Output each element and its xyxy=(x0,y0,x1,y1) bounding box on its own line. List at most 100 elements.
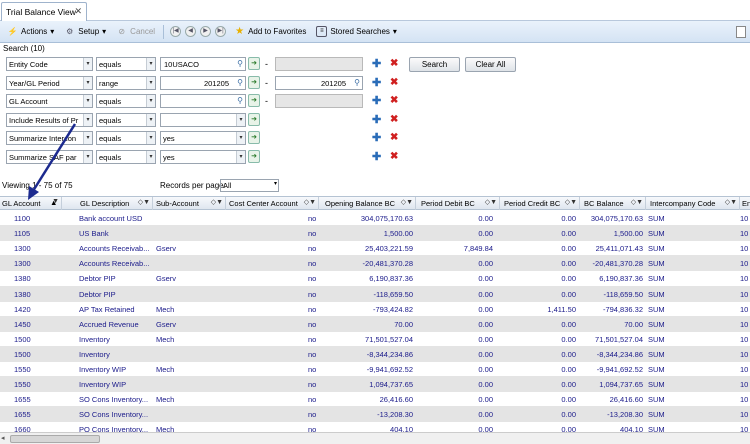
column-header[interactable]: Period Debit BC ◇▼ xyxy=(419,197,500,210)
go-icon[interactable]: ➜ xyxy=(248,57,260,70)
search-value-select[interactable]: ▾ xyxy=(160,113,246,127)
remove-criteria-icon[interactable]: ✖ xyxy=(390,114,398,125)
search-value-select[interactable]: yes ▾ xyxy=(160,150,246,164)
remove-criteria-icon[interactable]: ✖ xyxy=(390,77,398,88)
actions-menu[interactable]: ⚡ Actions ▾ xyxy=(3,23,58,41)
first-page-icon[interactable]: |◀ xyxy=(170,26,182,37)
filter-icon[interactable]: ▼ xyxy=(52,198,59,205)
search-operator-select[interactable]: equals ▾ xyxy=(96,94,156,108)
scroll-left-icon[interactable]: ◂ xyxy=(1,434,5,442)
sort-filter-icon[interactable]: ◇▼ xyxy=(304,198,316,206)
add-criteria-icon[interactable]: ✚ xyxy=(372,94,381,107)
column-header[interactable]: En xyxy=(740,197,750,210)
go-icon[interactable]: ➜ xyxy=(248,131,260,144)
table-cell: 1,094,737.65 xyxy=(599,380,643,390)
add-criteria-icon[interactable]: ✚ xyxy=(372,57,381,70)
remove-criteria-icon[interactable]: ✖ xyxy=(390,95,398,106)
search-operator-select[interactable]: range ▾ xyxy=(96,76,156,90)
lookup-icon[interactable]: ⚲ xyxy=(237,78,243,87)
remove-criteria-icon[interactable]: ✖ xyxy=(390,151,398,162)
search-field-select[interactable]: Include Results of Pr ▾ xyxy=(6,113,93,127)
table-row[interactable]: 1380 Debtor PIP no -118,659.50 0.00 0.00 -118,… xyxy=(0,285,750,302)
add-criteria-icon[interactable]: ✚ xyxy=(372,113,381,126)
go-icon[interactable]: ➜ xyxy=(248,76,260,89)
clear-all-button[interactable]: Clear All xyxy=(465,57,516,72)
go-icon[interactable]: ➜ xyxy=(248,150,260,163)
dropdown-arrow-icon: ▾ xyxy=(146,58,155,70)
records-per-page-select[interactable]: All ▾ xyxy=(220,179,279,192)
table-cell: SUM xyxy=(648,259,665,269)
sort-filter-icon[interactable]: ◇▼ xyxy=(631,198,643,206)
search-value-select[interactable]: yes ▾ xyxy=(160,131,246,145)
go-icon[interactable]: ➜ xyxy=(248,94,260,107)
table-row[interactable]: 1660 PO Cons Inventory... Mech no 404.10 0.00… xyxy=(0,421,750,432)
sort-filter-icon[interactable]: ◇▼ xyxy=(211,198,223,206)
column-header[interactable]: Sub-Account ◇▼ xyxy=(154,197,226,210)
lookup-icon[interactable]: ⚲ xyxy=(354,78,360,87)
sort-filter-icon[interactable]: ◇▼ xyxy=(401,198,413,206)
column-header-label: Intercompany Code xyxy=(650,199,716,208)
setup-menu[interactable]: ⚙ Setup ▾ xyxy=(60,23,110,41)
close-icon[interactable]: ✕ xyxy=(74,6,82,17)
table-row[interactable]: 1420 AP Tax Retained Mech no -793,424.82 0.00… xyxy=(0,301,750,317)
add-criteria-icon[interactable]: ✚ xyxy=(372,131,381,144)
table-row[interactable]: 1105 US Bank no 1,500.00 0.00 0.00 1,500.00 SUM… xyxy=(0,225,750,242)
search-operator-select[interactable]: equals ▾ xyxy=(96,131,156,145)
add-criteria-icon[interactable]: ✚ xyxy=(372,76,381,89)
column-header[interactable]: Intercompany Code ◇▼ xyxy=(648,197,740,210)
search-field-select[interactable]: Summarize Intercon ▾ xyxy=(6,131,93,145)
last-page-icon[interactable]: ▶| xyxy=(215,26,227,37)
search-operator-select[interactable]: equals ▾ xyxy=(96,113,156,127)
lookup-icon[interactable]: ⚲ xyxy=(237,59,243,68)
search-field-select[interactable]: Year/GL Period ▾ xyxy=(6,76,93,90)
remove-criteria-icon[interactable]: ✖ xyxy=(390,58,398,69)
horizontal-scrollbar[interactable]: ◂ xyxy=(0,432,750,444)
table-row[interactable]: 1655 SO Cons Inventory... no -13,208.30 0.00… xyxy=(0,406,750,423)
table-row[interactable]: 1655 SO Cons Inventory... Mech no 26,416.60 0… xyxy=(0,391,750,407)
table-row[interactable]: 1450 Accrued Revenue Gserv no 70.00 0.00 0.00 7… xyxy=(0,315,750,332)
table-row[interactable]: 1300 Accounts Receivab... no -20,481,370.28… xyxy=(0,255,750,272)
search-button[interactable]: Search xyxy=(409,57,460,72)
column-header[interactable]: Cost Center Account ◇▼ xyxy=(227,197,319,210)
column-header[interactable]: GL Account ▲ ▼ xyxy=(0,197,62,210)
table-row[interactable]: 1550 Inventory WIP no 1,094,737.65 0.00 0.00 1… xyxy=(0,376,750,393)
search-field-select[interactable]: Entity Code ▾ xyxy=(6,57,93,71)
table-cell: -118,659.50 xyxy=(373,289,413,299)
table-row[interactable]: 1500 Inventory no -8,344,234.86 0.00 0.00 -8,3… xyxy=(0,345,750,362)
column-header[interactable]: Opening Balance BC ◇▼ xyxy=(323,197,416,210)
search-field-select[interactable]: Summarize SAF par ▾ xyxy=(6,150,93,164)
scrollbar-thumb[interactable] xyxy=(10,435,100,443)
table-row[interactable]: 1100 Bank account USD no 304,075,170.63 0.00… xyxy=(0,210,750,226)
add-to-favorites-button[interactable]: ★ Add to Favorites xyxy=(230,23,310,41)
table-row[interactable]: 1550 Inventory WIP Mech no -9,941,692.52 0.00… xyxy=(0,361,750,377)
sort-filter-icon[interactable]: ◇▼ xyxy=(725,198,737,206)
lookup-icon[interactable]: ⚲ xyxy=(237,96,243,105)
search-value2-input[interactable]: 201205 ⚲ xyxy=(275,76,363,90)
sort-filter-icon[interactable]: ◇▼ xyxy=(485,198,497,206)
cancel-button[interactable]: ⊘ Cancel xyxy=(112,23,159,41)
stored-searches-menu[interactable]: ≡ Stored Searches ▾ xyxy=(312,23,401,41)
search-value-input[interactable]: ⚲ xyxy=(160,94,246,108)
table-row[interactable]: 1380 Debtor PIP Gserv no 6,190,837.36 0.00 0.0… xyxy=(0,270,750,286)
search-value2-input[interactable] xyxy=(275,94,363,108)
column-header[interactable]: Period Credit BC ◇▼ xyxy=(502,197,580,210)
page-icon[interactable] xyxy=(736,26,746,38)
table-row[interactable]: 1300 Accounts Receivab... Gserv no 25,403,22… xyxy=(0,240,750,256)
search-field-select[interactable]: GL Account ▾ xyxy=(6,94,93,108)
next-page-icon[interactable]: ▶ xyxy=(200,26,212,37)
column-header[interactable]: GL Description ◇▼ xyxy=(78,197,153,210)
table-row[interactable]: 1500 Inventory Mech no 71,501,527.04 0.00 0.00… xyxy=(0,331,750,347)
sort-filter-icon[interactable]: ◇▼ xyxy=(138,198,150,206)
search-operator-select[interactable]: equals ▾ xyxy=(96,57,156,71)
prev-page-icon[interactable]: ◀ xyxy=(185,26,197,37)
add-criteria-icon[interactable]: ✚ xyxy=(372,150,381,163)
remove-criteria-icon[interactable]: ✖ xyxy=(390,132,398,143)
search-value2-input[interactable] xyxy=(275,57,363,71)
search-operator-select[interactable]: equals ▾ xyxy=(96,150,156,164)
search-value-input[interactable]: 10USACO ⚲ xyxy=(160,57,246,71)
go-icon[interactable]: ➜ xyxy=(248,113,260,126)
column-header[interactable]: BC Balance ◇▼ xyxy=(582,197,646,210)
search-value-input[interactable]: 201205 ⚲ xyxy=(160,76,246,90)
sort-filter-icon[interactable]: ◇▼ xyxy=(565,198,577,206)
tab-trial-balance-view[interactable]: Trial Balance View ✕ xyxy=(1,2,87,21)
